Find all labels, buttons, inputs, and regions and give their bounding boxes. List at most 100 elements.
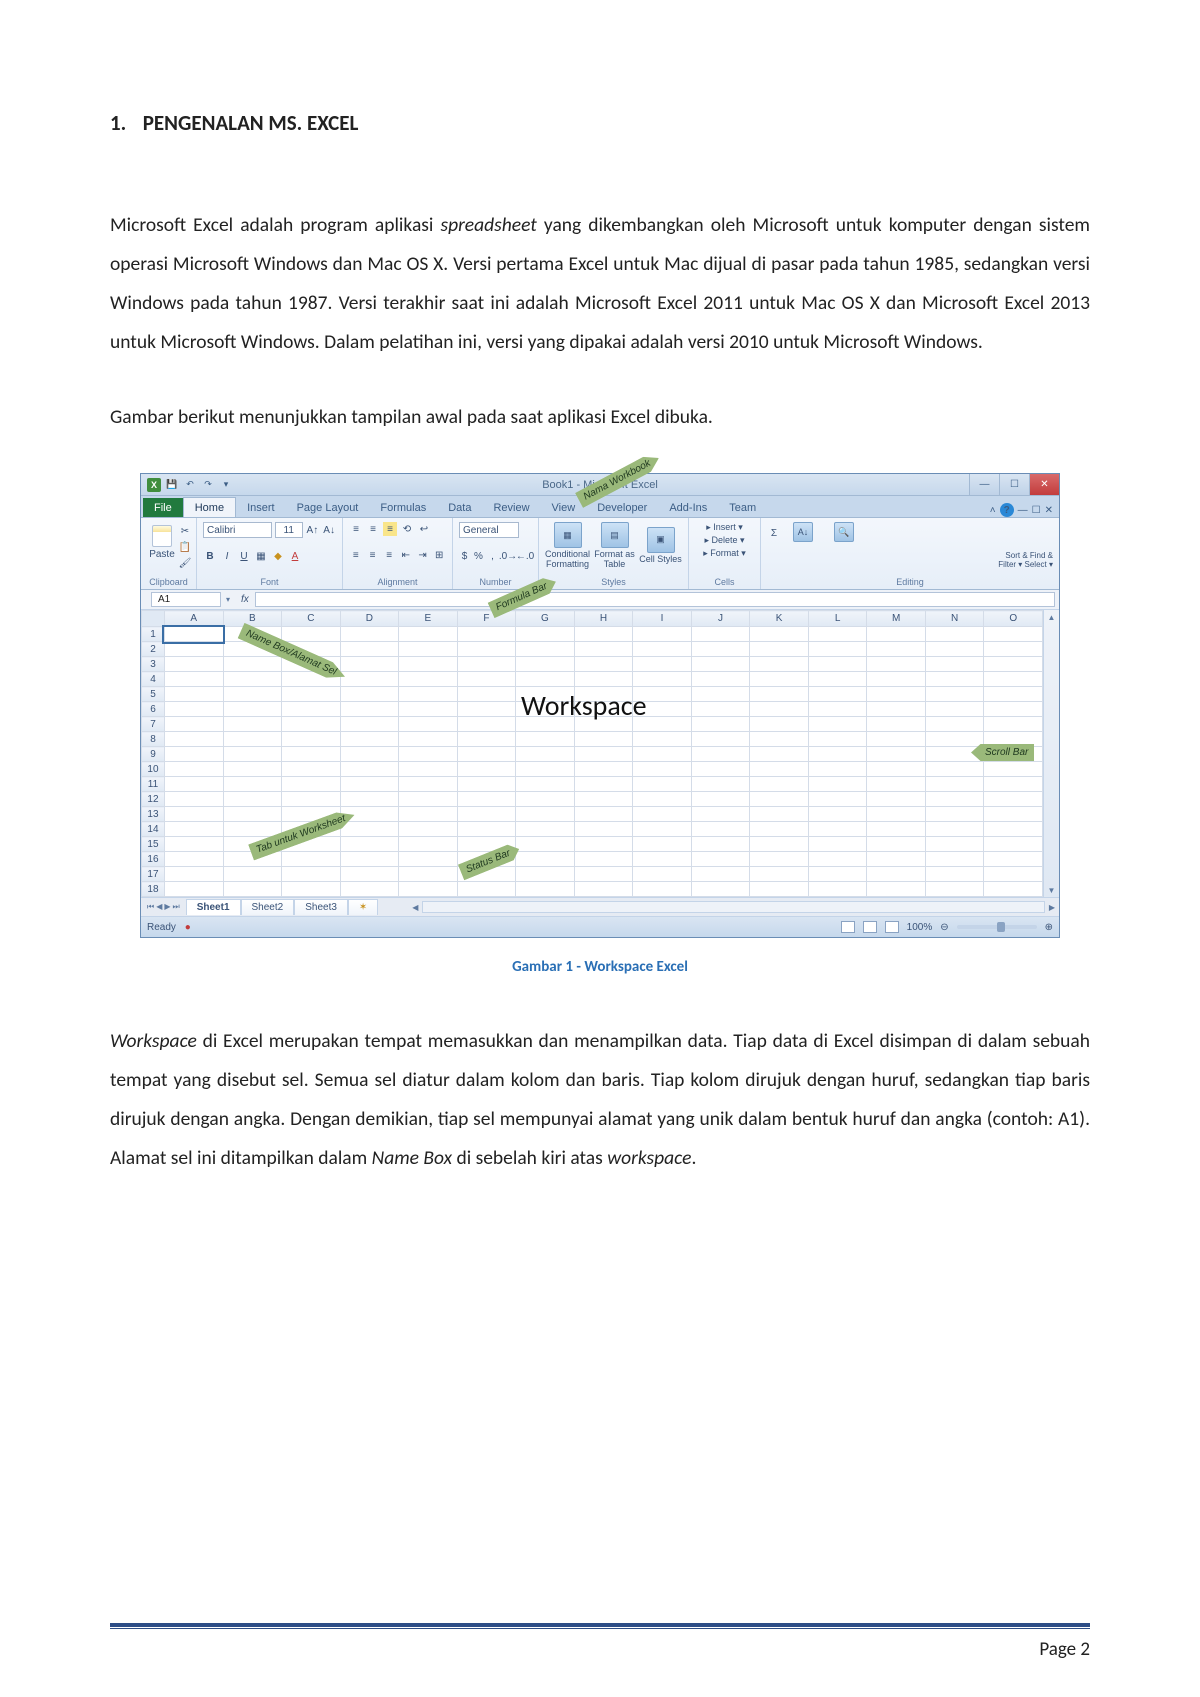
- copy-icon[interactable]: 📋: [178, 540, 192, 554]
- cell[interactable]: [750, 672, 809, 687]
- cell[interactable]: [867, 672, 926, 687]
- cell[interactable]: [164, 747, 223, 762]
- cell[interactable]: [574, 822, 633, 837]
- cell[interactable]: [399, 687, 458, 702]
- cell[interactable]: [223, 672, 282, 687]
- cell[interactable]: [750, 777, 809, 792]
- cell[interactable]: [164, 687, 223, 702]
- cell[interactable]: [516, 627, 575, 642]
- orientation-icon[interactable]: ⟲: [400, 522, 414, 536]
- align-center-icon[interactable]: ≡: [366, 549, 380, 563]
- cell[interactable]: [867, 837, 926, 852]
- row-header[interactable]: 5: [142, 687, 165, 702]
- cell[interactable]: [925, 792, 984, 807]
- cell[interactable]: [164, 627, 223, 642]
- cell[interactable]: [808, 657, 867, 672]
- cell[interactable]: [691, 747, 750, 762]
- zoom-in-icon[interactable]: ⊕: [1045, 922, 1053, 933]
- cell[interactable]: [164, 837, 223, 852]
- cell[interactable]: [399, 792, 458, 807]
- font-color-icon[interactable]: A: [288, 550, 302, 564]
- cell[interactable]: [925, 702, 984, 717]
- cell[interactable]: [457, 777, 516, 792]
- cell[interactable]: [574, 837, 633, 852]
- col-header[interactable]: G: [516, 611, 575, 627]
- tab-page-layout[interactable]: Page Layout: [286, 498, 370, 517]
- inc-decimal-icon[interactable]: .0→: [501, 550, 515, 564]
- cell[interactable]: [282, 747, 341, 762]
- cell[interactable]: [399, 807, 458, 822]
- namebox-dropdown-icon[interactable]: ▾: [221, 590, 235, 609]
- cell[interactable]: [691, 822, 750, 837]
- format-cells-button[interactable]: ▸ Format ▾: [695, 548, 754, 559]
- col-header[interactable]: H: [574, 611, 633, 627]
- cell[interactable]: [340, 627, 399, 642]
- cell[interactable]: [691, 642, 750, 657]
- cell[interactable]: [750, 867, 809, 882]
- cell[interactable]: [164, 672, 223, 687]
- cell[interactable]: [984, 627, 1043, 642]
- cell[interactable]: [808, 777, 867, 792]
- cell[interactable]: [340, 882, 399, 897]
- minimize-button[interactable]: —: [969, 474, 999, 495]
- cell[interactable]: [223, 882, 282, 897]
- cell[interactable]: [867, 717, 926, 732]
- cell[interactable]: [282, 732, 341, 747]
- cell[interactable]: [516, 642, 575, 657]
- cell[interactable]: [399, 717, 458, 732]
- cell[interactable]: [633, 792, 692, 807]
- cell[interactable]: [457, 747, 516, 762]
- find-select-button[interactable]: 🔍: [825, 522, 863, 544]
- cell[interactable]: [808, 627, 867, 642]
- cell[interactable]: [808, 792, 867, 807]
- cell[interactable]: [984, 762, 1043, 777]
- insert-cells-button[interactable]: ▸ Insert ▾: [695, 522, 754, 533]
- cell[interactable]: [574, 807, 633, 822]
- qat-dropdown-icon[interactable]: ▾: [219, 478, 233, 492]
- tab-home[interactable]: Home: [183, 497, 236, 517]
- align-bottom-icon[interactable]: ≡: [383, 522, 397, 536]
- help-icon[interactable]: ?: [1000, 503, 1014, 517]
- cell[interactable]: [223, 687, 282, 702]
- font-name-select[interactable]: Calibri: [203, 522, 272, 538]
- cell[interactable]: [633, 777, 692, 792]
- cell[interactable]: [925, 837, 984, 852]
- cell[interactable]: [750, 882, 809, 897]
- cell[interactable]: [340, 642, 399, 657]
- cell[interactable]: [457, 717, 516, 732]
- cell-styles-button[interactable]: ▣ Cell Styles: [639, 527, 682, 565]
- cell[interactable]: [457, 732, 516, 747]
- cell[interactable]: [808, 852, 867, 867]
- cell[interactable]: [574, 882, 633, 897]
- cell[interactable]: [633, 657, 692, 672]
- cell[interactable]: [808, 687, 867, 702]
- cell[interactable]: [399, 867, 458, 882]
- cell[interactable]: [633, 672, 692, 687]
- cell[interactable]: [164, 852, 223, 867]
- cell[interactable]: [399, 882, 458, 897]
- comma-icon[interactable]: ,: [487, 550, 498, 564]
- cell[interactable]: [223, 822, 282, 837]
- cell[interactable]: [223, 747, 282, 762]
- bold-icon[interactable]: B: [203, 550, 217, 564]
- cell[interactable]: [223, 732, 282, 747]
- cell[interactable]: [164, 822, 223, 837]
- cell[interactable]: [516, 747, 575, 762]
- row-header[interactable]: 16: [142, 852, 165, 867]
- sheet-nav-prev-icon[interactable]: ◀: [156, 902, 162, 912]
- row-header[interactable]: 9: [142, 747, 165, 762]
- cell[interactable]: [691, 657, 750, 672]
- cell[interactable]: [164, 642, 223, 657]
- cell[interactable]: [633, 852, 692, 867]
- cell[interactable]: [516, 852, 575, 867]
- col-header[interactable]: J: [691, 611, 750, 627]
- align-top-icon[interactable]: ≡: [349, 522, 363, 536]
- align-right-icon[interactable]: ≡: [382, 549, 396, 563]
- cell[interactable]: [340, 762, 399, 777]
- cell[interactable]: [808, 807, 867, 822]
- cell[interactable]: [750, 762, 809, 777]
- cell[interactable]: [399, 852, 458, 867]
- col-header[interactable]: D: [340, 611, 399, 627]
- horizontal-scrollbar[interactable]: ◀ ▶: [408, 901, 1059, 913]
- tab-team[interactable]: Team: [718, 498, 767, 517]
